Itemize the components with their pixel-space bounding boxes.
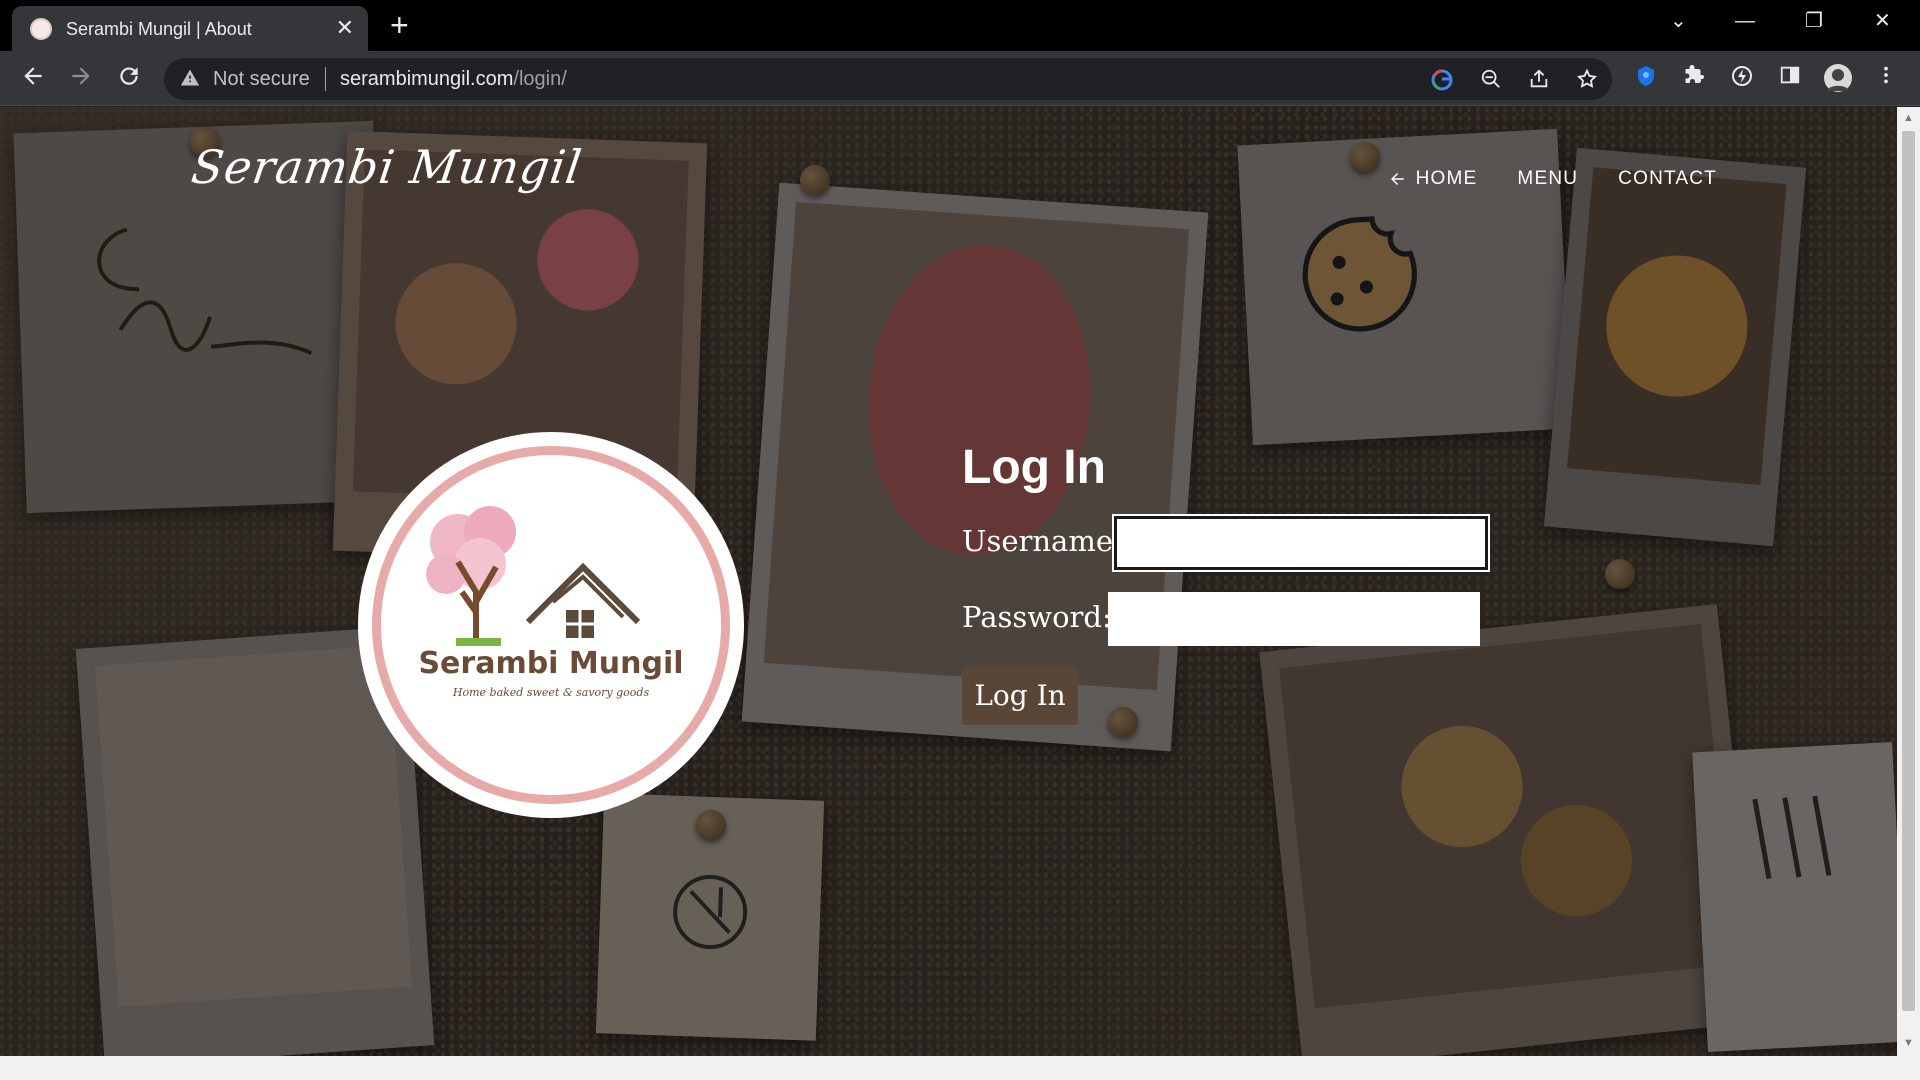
url-host: serambimungil.com (340, 68, 514, 90)
nav-menu-label: MENU (1517, 168, 1579, 189)
login-title: Log In (962, 441, 1106, 494)
nav-contact-link[interactable]: CONTACT (1618, 168, 1717, 190)
tab-title: Serambi Mungil | About (66, 19, 252, 39)
scroll-up-arrow-icon[interactable]: ▲ (1902, 112, 1915, 125)
reload-icon[interactable] (114, 63, 144, 93)
brand-logo-badge: Serambi Mungil Home baked sweet & savory… (358, 432, 744, 818)
username-input[interactable] (1112, 514, 1490, 572)
page-scrollbar[interactable]: ▲ ▼ (1897, 107, 1920, 1056)
password-label: Password: (962, 600, 1112, 634)
puzzle-icon[interactable] (1680, 64, 1708, 92)
dark-overlay (0, 107, 1897, 1056)
site-navigation: HOME MENU CONTACT (1388, 168, 1717, 190)
site-favicon-icon (30, 18, 52, 40)
site-brand-logo[interactable]: Serambi Mungil (188, 140, 585, 194)
password-input[interactable] (1108, 592, 1480, 646)
browser-tab-bar: Serambi Mungil | About ✕ + ⌄ — ❐ ✕ (0, 0, 1920, 51)
star-icon[interactable] (1575, 68, 1599, 92)
page-viewport (0, 107, 1897, 1056)
minimize-button[interactable]: — (1735, 8, 1755, 34)
nav-home-link[interactable]: HOME (1388, 168, 1478, 190)
tab-search-icon[interactable]: ⌄ (1670, 8, 1687, 34)
side-panel-icon[interactable] (1776, 64, 1804, 92)
scroll-thumb[interactable] (1902, 131, 1915, 1011)
logo-name-text: Serambi Mungil (418, 646, 684, 681)
performance-icon[interactable] (1728, 64, 1756, 92)
google-icon[interactable] (1430, 68, 1454, 92)
browser-toolbar: Not secure serambimungil.com/login/ (0, 51, 1920, 106)
scroll-down-arrow-icon[interactable]: ▼ (1902, 1037, 1915, 1050)
security-status[interactable]: Not secure (213, 68, 310, 91)
address-bar[interactable]: Not secure serambimungil.com/login/ (164, 58, 1612, 100)
url-path: /login/ (513, 68, 567, 90)
tab-close-button[interactable]: ✕ (336, 15, 354, 41)
extension-icon[interactable] (1632, 64, 1660, 92)
arrow-left-icon (1390, 173, 1404, 185)
share-icon[interactable] (1527, 68, 1551, 92)
nav-menu-link[interactable]: MENU (1517, 168, 1578, 190)
kebab-menu-icon[interactable] (1872, 64, 1900, 92)
avatar[interactable] (1824, 64, 1852, 92)
window-bottom-edge (0, 1056, 1920, 1080)
browser-tab[interactable]: Serambi Mungil | About ✕ (12, 6, 368, 51)
nav-contact-label: CONTACT (1618, 168, 1717, 189)
logo-tagline: Home baked sweet & savory goods (452, 686, 650, 699)
address-divider (325, 67, 326, 91)
window-close-button[interactable]: ✕ (1874, 8, 1891, 34)
warning-icon[interactable] (180, 68, 200, 88)
username-label: Username: (962, 524, 1123, 558)
forward-arrow-icon[interactable] (66, 63, 96, 93)
login-submit-button[interactable]: Log In (962, 667, 1078, 725)
back-arrow-icon[interactable] (18, 63, 48, 93)
url-text[interactable]: serambimungil.com/login/ (340, 68, 567, 91)
nav-home-label: HOME (1415, 168, 1478, 189)
restore-button[interactable]: ❐ (1805, 8, 1823, 34)
zoom-out-icon[interactable] (1479, 68, 1503, 92)
new-tab-button[interactable]: + (390, 8, 409, 42)
